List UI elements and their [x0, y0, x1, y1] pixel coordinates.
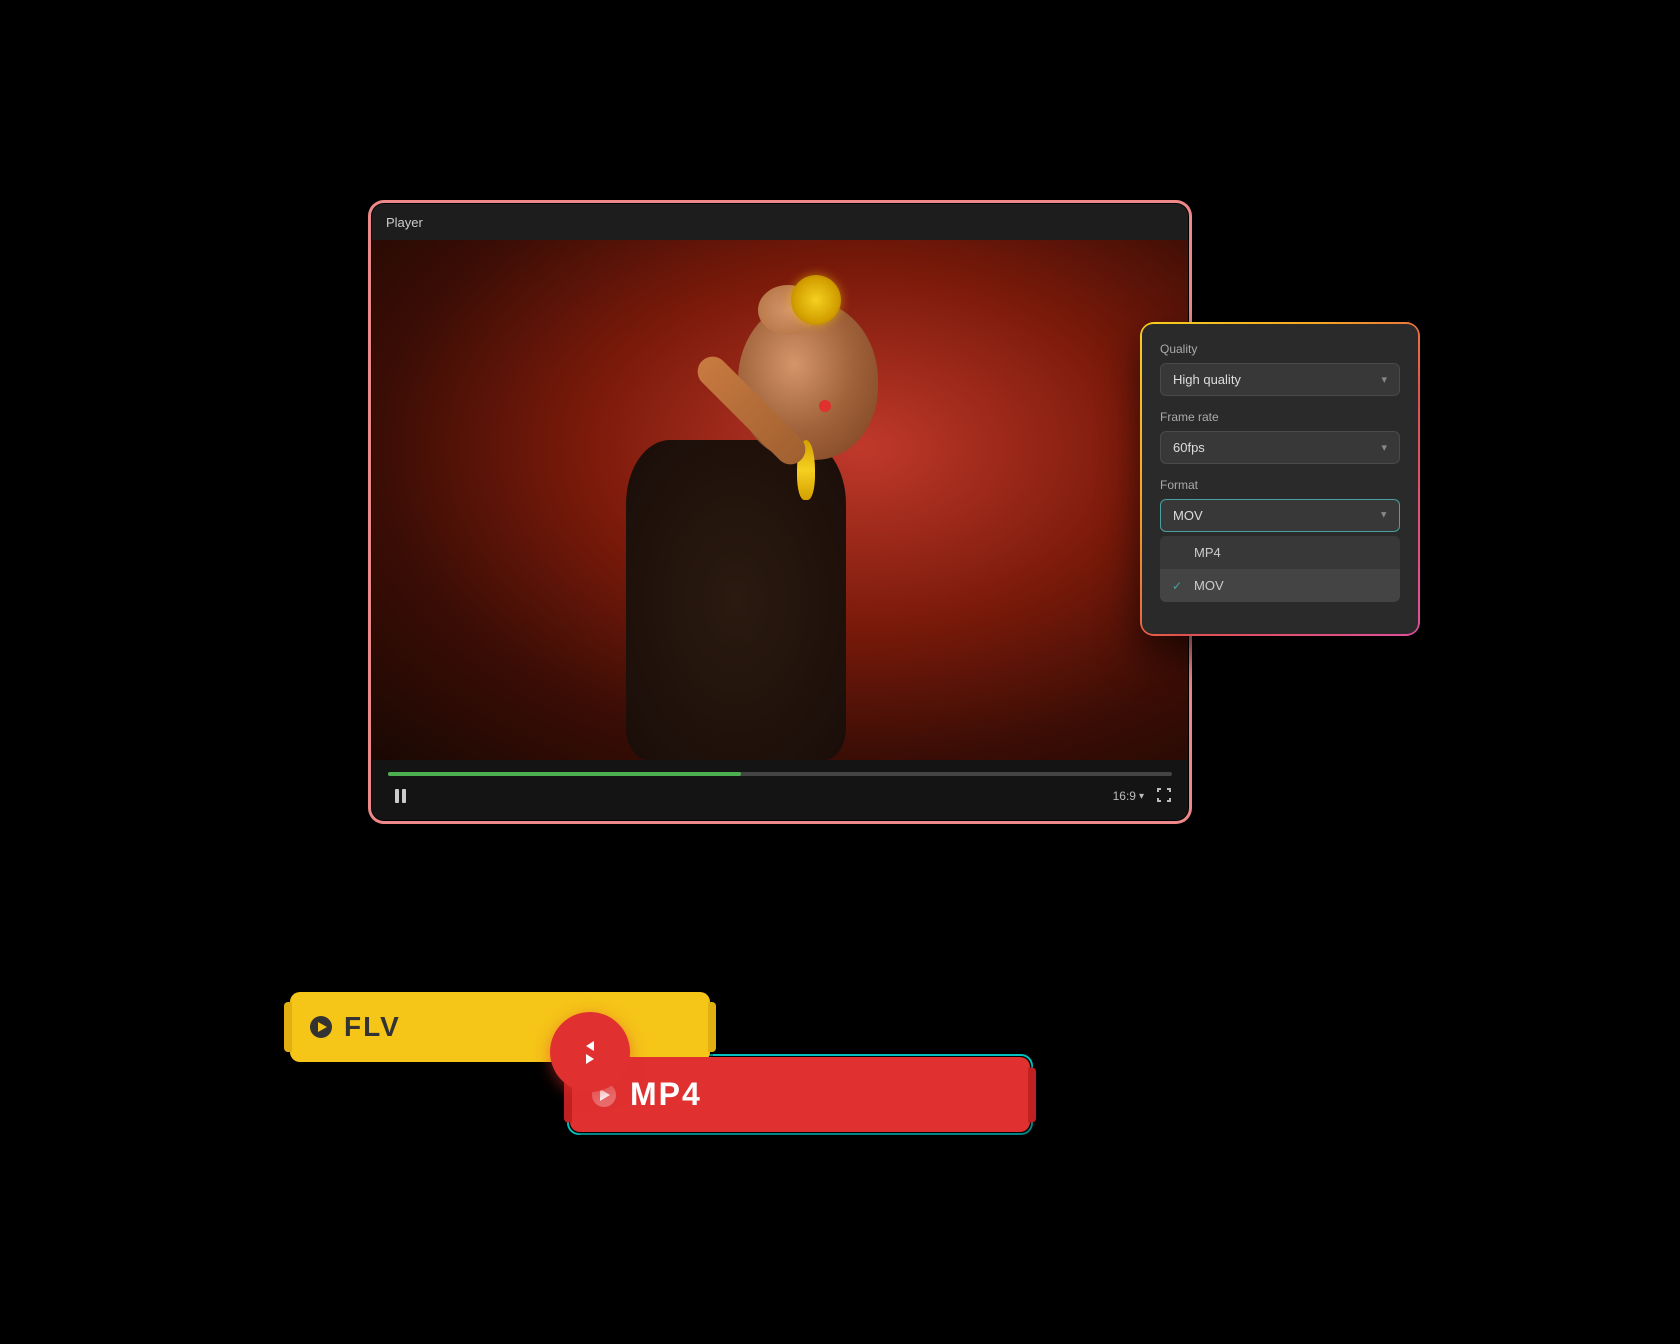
format-dropdown: MP4 ✓ MOV: [1160, 536, 1400, 602]
player-titlebar: Player: [372, 204, 1188, 240]
aspect-ratio-chevron: ▾: [1139, 791, 1144, 802]
video-frame: [372, 240, 1188, 760]
flv-play-triangle: [318, 1022, 327, 1032]
settings-panel-inner: Quality High quality ▾ Frame rate 60fps …: [1142, 324, 1418, 634]
settings-panel: Quality High quality ▾ Frame rate 60fps …: [1140, 322, 1420, 636]
framerate-label: Frame rate: [1160, 410, 1400, 424]
aspect-ratio-control[interactable]: 16:9 ▾: [1113, 789, 1144, 803]
progress-fill: [388, 772, 741, 776]
framerate-chevron: ▾: [1381, 441, 1387, 454]
format-option-mov-label: MOV: [1194, 578, 1224, 593]
player-title: Player: [386, 215, 423, 230]
mp4-badge: MP4: [570, 1057, 1030, 1132]
format-label: Format: [1160, 478, 1400, 492]
player-controls: 16:9 ▾: [372, 760, 1188, 820]
quality-value: High quality: [1173, 372, 1241, 387]
format-option-mp4[interactable]: MP4: [1160, 536, 1400, 569]
quality-label: Quality: [1160, 342, 1400, 356]
pause-bar-right: [402, 789, 406, 803]
controls-left: [388, 784, 412, 808]
aspect-ratio-text: 16:9: [1113, 789, 1136, 803]
mp4-format-name: MP4: [630, 1076, 702, 1113]
format-chevron: ▴: [1381, 509, 1387, 522]
convert-button[interactable]: [550, 1012, 630, 1092]
controls-right: 16:9 ▾: [1113, 787, 1172, 806]
quality-select[interactable]: High quality ▾: [1160, 363, 1400, 396]
progress-bar[interactable]: [388, 772, 1172, 776]
pause-bar-left: [395, 789, 399, 803]
flv-format-name: FLV: [344, 1011, 401, 1043]
arrow-left-icon: [586, 1041, 594, 1051]
video-figure: [620, 280, 940, 760]
format-value: MOV: [1173, 508, 1203, 523]
flv-badge: FLV: [290, 992, 710, 1062]
framerate-select[interactable]: 60fps ▾: [1160, 431, 1400, 464]
format-group: Format MOV ▴ MP4 ✓ MOV: [1160, 478, 1400, 602]
golden-accessory: [791, 275, 841, 325]
video-area: [372, 240, 1188, 760]
controls-row: 16:9 ▾: [388, 784, 1172, 808]
framerate-group: Frame rate 60fps ▾: [1160, 410, 1400, 464]
hair-accessory: [819, 400, 831, 412]
format-option-mov[interactable]: ✓ MOV: [1160, 569, 1400, 602]
pause-button[interactable]: [388, 784, 412, 808]
hand: [758, 285, 818, 335]
pause-icon: [395, 789, 406, 803]
format-select[interactable]: MOV ▴: [1160, 499, 1400, 532]
quality-group: Quality High quality ▾: [1160, 342, 1400, 396]
fullscreen-button[interactable]: [1156, 787, 1172, 806]
check-mark-mov: ✓: [1172, 579, 1186, 593]
framerate-value: 60fps: [1173, 440, 1205, 455]
convert-arrows-icon: [586, 1041, 594, 1064]
scene-container: Player: [290, 122, 1390, 1222]
arrow-right-icon: [586, 1054, 594, 1064]
player-window: Player: [370, 202, 1190, 822]
flv-play-icon: [310, 1016, 332, 1038]
quality-chevron: ▾: [1381, 373, 1387, 386]
format-option-mp4-label: MP4: [1194, 545, 1221, 560]
